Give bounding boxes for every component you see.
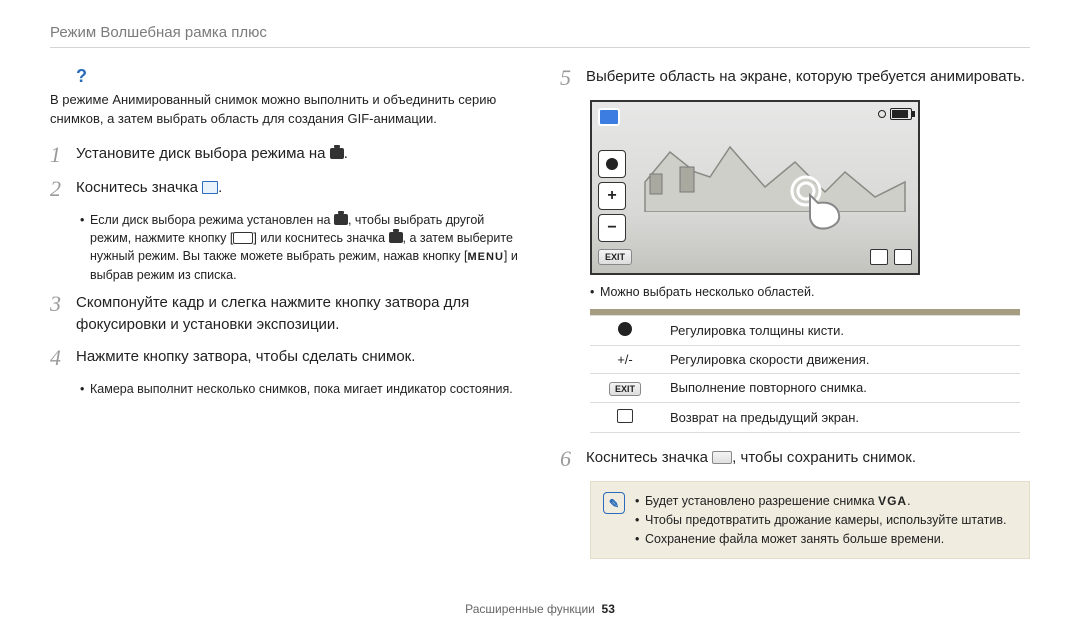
animated-photo-icon (202, 181, 218, 194)
note-icon: ✎ (603, 492, 625, 514)
step-6-text-b: , чтобы сохранить снимок. (732, 449, 916, 466)
step-5-text: Выберите область на экране, которую треб… (586, 66, 1025, 90)
step-2-text-a: Коснитесь значка (76, 179, 202, 196)
page-header: Режим Волшебная рамка плюс (50, 24, 1030, 48)
table-row: Регулировка толщины кисти. (590, 315, 1020, 345)
table-row: +/- Регулировка скорости движения. (590, 345, 1020, 373)
direction-button-icon (233, 232, 253, 244)
step-3: 3 Скомпонуйте кадр и слегка нажмите кноп… (50, 292, 520, 336)
step-1-text-a: Установите диск выбора режима на (76, 145, 330, 162)
footer-section: Расширенные функции (465, 602, 595, 616)
exit-button[interactable]: EXIT (598, 249, 632, 265)
note-line-2: Чтобы предотвратить дрожание камеры, исп… (635, 511, 1007, 530)
menu-button-label: MENU (468, 251, 504, 263)
step-number: 5 (560, 66, 576, 90)
brush-dot-icon (618, 322, 632, 336)
table-row: Возврат на предыдущий экран. (590, 402, 1020, 432)
controls-table: Регулировка толщины кисти. +/- Регулиров… (590, 309, 1020, 433)
mode-dial-icon (330, 148, 344, 159)
status-dot-icon (878, 110, 886, 118)
save-icon[interactable] (894, 249, 912, 265)
note-line-1: Будет установлено разрешение снимка VGA. (635, 492, 1007, 511)
step-6: 6 Коснитесь значка , чтобы сохранить сни… (560, 447, 1030, 471)
step-5-subnote: Можно выбрать несколько областей. (590, 283, 1030, 301)
camera-preview: + − EXIT (590, 100, 920, 275)
save-icon (712, 451, 732, 464)
mode-indicator-icon (598, 108, 620, 126)
brush-size-button[interactable] (598, 150, 626, 178)
exit-label-icon: EXIT (609, 382, 641, 396)
back-icon[interactable] (870, 249, 888, 265)
step-4-subnote: Камера выполнит несколько снимков, пока … (80, 380, 520, 398)
step-4-text: Нажмите кнопку затвора, чтобы сделать сн… (76, 346, 415, 370)
battery-icon (890, 108, 912, 120)
page-number: 53 (602, 602, 615, 616)
s2a: Если диск выбора режима установлен на (90, 213, 334, 227)
left-column: ? В режиме Анимированный снимок можно вы… (50, 66, 520, 559)
brush-controls: + − (598, 150, 626, 242)
touch-hand-icon (788, 173, 848, 233)
speed-minus-button[interactable]: − (598, 214, 626, 242)
step-number: 1 (50, 143, 66, 167)
def-back: Возврат на предыдущий экран. (660, 402, 1020, 432)
mode-dial-icon (334, 214, 348, 225)
step-number: 3 (50, 292, 66, 336)
right-column: 5 Выберите область на экране, которую тр… (560, 66, 1030, 559)
speed-plus-button[interactable]: + (598, 182, 626, 210)
step-1-text-b: . (344, 145, 348, 162)
help-icon: ? (76, 66, 520, 87)
def-brush: Регулировка толщины кисти. (660, 315, 1020, 345)
page-footer: Расширенные функции 53 (0, 602, 1080, 616)
plus-minus-icon: +/- (590, 345, 660, 373)
step-6-text-a: Коснитесь значка (586, 449, 712, 466)
status-icons (878, 108, 912, 120)
def-exit: Выполнение повторного снимка. (660, 373, 1020, 402)
step-1: 1 Установите диск выбора режима на . (50, 143, 520, 167)
step-2: 2 Коснитесь значка . (50, 177, 520, 201)
step-number: 4 (50, 346, 66, 370)
step-3-text: Скомпонуйте кадр и слегка нажмите кнопку… (76, 292, 520, 336)
note-line-3: Сохранение файла может занять больше вре… (635, 530, 1007, 549)
step-5: 5 Выберите область на экране, которую тр… (560, 66, 1030, 90)
step-2-text-b: . (218, 179, 222, 196)
back-arrow-icon (617, 409, 633, 423)
step-4: 4 Нажмите кнопку затвора, чтобы сделать … (50, 346, 520, 370)
mode-dial-icon (389, 232, 403, 243)
def-speed: Регулировка скорости движения. (660, 345, 1020, 373)
note-box: ✎ Будет установлено разрешение снимка VG… (590, 481, 1030, 559)
preview-image (642, 122, 908, 212)
intro-text: В режиме Анимированный снимок можно выпо… (50, 91, 520, 129)
step-number: 2 (50, 177, 66, 201)
step-number: 6 (560, 447, 576, 471)
table-row: EXIT Выполнение повторного снимка. (590, 373, 1020, 402)
s2c: ] или коснитесь значка (253, 231, 388, 245)
step-2-subnote: Если диск выбора режима установлен на , … (80, 211, 520, 284)
